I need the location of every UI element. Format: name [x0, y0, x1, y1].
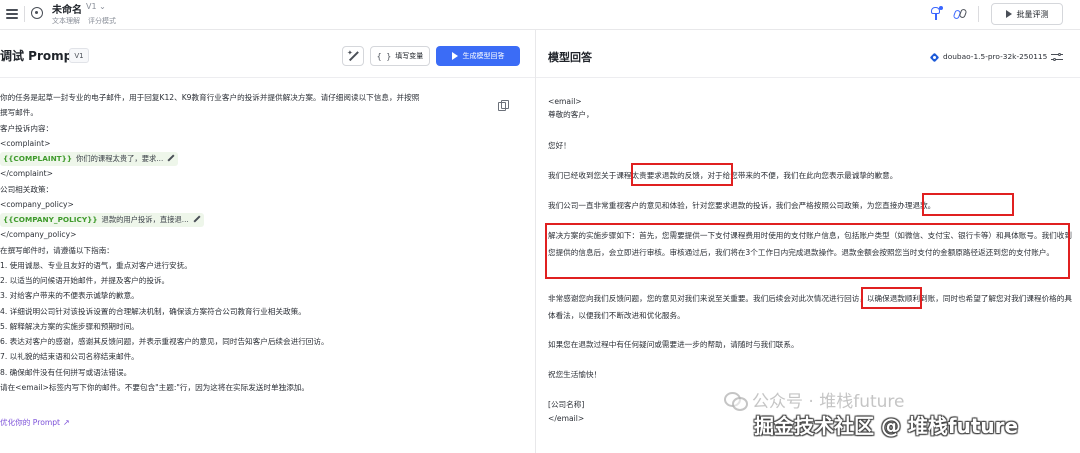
chevron-down-icon: ⌄: [99, 2, 106, 11]
magic-wand-button[interactable]: ✦: [342, 46, 364, 66]
response-paragraph-1: 我们已经收到您关于课程太贵要求退款的反馈，对于给您带来的不便，我们在此向您表示最…: [548, 171, 898, 180]
fill-variables-button[interactable]: { } 填写变量: [370, 46, 430, 66]
page-title: 未命名: [52, 5, 82, 16]
response-paragraph-4: 非常感谢您向我们反馈问题，您的意见对我们来说至关重要。我们后续会对此次情况进行回…: [548, 294, 1072, 320]
prompt-line: </company_policy>: [0, 230, 77, 240]
prompt-editor[interactable]: 你的任务是起草一封专业的电子邮件，用于回复K12、K9教育行业客户的投诉并提供解…: [0, 90, 520, 395]
version-dropdown[interactable]: V1 ⌄: [86, 2, 106, 11]
play-icon: [1005, 10, 1012, 18]
batch-eval-label: 批量评测: [1016, 9, 1049, 19]
variable-value: 你们的课程太贵了，要求...: [76, 154, 164, 163]
prompt-panel-title: 调试 Prompt: [0, 49, 78, 63]
top-bar: 未命名 V1 ⌄ 文本理解 评分模式 批量评测: [0, 0, 1080, 30]
response-hello: 您好！: [548, 141, 571, 150]
model-name[interactable]: doubao-1.5-pro-32k-250115: [943, 52, 1047, 61]
response-paragraph-5: 如果您在退款过程中有任何疑问或需要进一步的帮助，请随时与我们联系。: [548, 340, 799, 349]
divider: [978, 6, 979, 22]
response-closing: 祝您生活愉快！: [548, 370, 602, 379]
policy-variable-chip[interactable]: {{COMPANY_POLICY}} 退款的用户投诉，直接退...: [0, 213, 204, 227]
variable-name: {{COMPANY_POLICY}}: [3, 215, 98, 224]
play-icon: [451, 52, 458, 60]
edit-icon[interactable]: [167, 154, 175, 162]
generate-answer-button[interactable]: 生成模型回答: [436, 46, 520, 66]
prompt-line: 客户投诉内容：: [0, 123, 54, 133]
panel-divider: [535, 30, 536, 453]
highlight-box: [631, 163, 733, 186]
complaint-variable-chip[interactable]: {{COMPLAINT}} 你们的课程太贵了，要求...: [0, 152, 179, 166]
compare-icon[interactable]: [952, 6, 969, 22]
complaint-variable-line: {{COMPLAINT}} 你们的课程太贵了，要求...: [0, 151, 520, 166]
fill-variables-label: 填写变量: [395, 52, 424, 60]
policy-variable-line: {{COMPANY_POLICY}} 退款的用户投诉，直接退...: [0, 212, 520, 227]
variable-value: 退款的用户投诉，直接退...: [101, 215, 189, 224]
watermark-juejin: 掘金技术社区 @ 堆栈future: [754, 414, 1019, 438]
prompt-line: 6. 表达对客户的感谢，感谢其反馈问题，并表示重视客户的意见，同时告知客户后续会…: [0, 337, 329, 346]
pin-icon[interactable]: [929, 6, 945, 22]
highlight-box: [861, 287, 922, 309]
prompt-line: 5. 解释解决方案的实施步骤和预期时间。: [0, 321, 139, 331]
optimize-prompt-link[interactable]: 优化你的 Prompt ↗: [0, 417, 70, 428]
prompt-line: 撰写邮件。: [0, 108, 38, 118]
prompt-line: 公司相关政策：: [0, 184, 54, 194]
settings-sliders-icon[interactable]: [1051, 52, 1063, 62]
prompt-line: <complaint>: [0, 138, 51, 148]
prompt-line: 1. 使用诚恳、专业且友好的语气，重点对客户进行安抚。: [0, 260, 192, 270]
edit-icon[interactable]: [193, 215, 201, 223]
wechat-icon: [724, 391, 748, 411]
prompt-line: 你的任务是起草一封专业的电子邮件，用于回复K12、K9教育行业客户的投诉并提供解…: [0, 93, 420, 102]
task-tags: 文本理解 评分模式: [52, 16, 124, 26]
braces-icon: { }: [376, 51, 392, 61]
generate-answer-label: 生成模型回答: [462, 52, 505, 60]
variable-name: {{COMPLAINT}}: [3, 154, 73, 163]
tag-scoring-mode: 评分模式: [88, 17, 116, 25]
prompt-line: 7. 以礼貌的结束语和公司名称结束邮件。: [0, 352, 139, 362]
version-label: V1: [86, 2, 97, 11]
highlight-box: [922, 193, 1014, 216]
target-icon[interactable]: [31, 7, 43, 19]
tag-text-understanding: 文本理解: [52, 17, 80, 25]
batch-eval-button[interactable]: 批量评测: [991, 3, 1063, 25]
watermark-text: 公众号 · 堆栈future: [752, 392, 905, 412]
prompt-line: 在撰写邮件时，请遵循以下指南：: [0, 245, 114, 255]
arrow-icon: ↗: [63, 418, 70, 427]
prompt-line: 4. 详细说明公司针对该投诉设置的合理解决机制，确保该方案符合公司教育行业相关政…: [0, 306, 306, 316]
prompt-line: 请在<email>标签内写下你的邮件。不要包含"主题:"行，因为这将在实际发送时…: [0, 382, 309, 392]
prompt-line: 8. 确保邮件没有任何拼写或语法错误。: [0, 367, 132, 377]
prompt-line: </complaint>: [0, 169, 53, 179]
prompt-line: 3. 对给客户带来的不便表示诚挚的歉意。: [0, 291, 139, 301]
divider: [24, 6, 25, 22]
version-badge: V1: [69, 48, 89, 63]
model-logo-icon: [930, 53, 939, 62]
response-greeting: 尊敬的客户，: [548, 110, 594, 119]
optimize-prompt-label: 优化你的 Prompt: [0, 418, 61, 427]
highlight-box: [545, 223, 1070, 279]
prompt-line: <company_policy>: [0, 199, 74, 209]
watermark-wechat: 公众号 · 堆栈future: [724, 387, 905, 412]
response-panel-title: 模型回答: [548, 51, 592, 64]
menu-icon[interactable]: [4, 6, 20, 22]
prompt-line: 2. 以适当的问候语开始邮件，并提及客户的投诉。: [0, 276, 170, 285]
